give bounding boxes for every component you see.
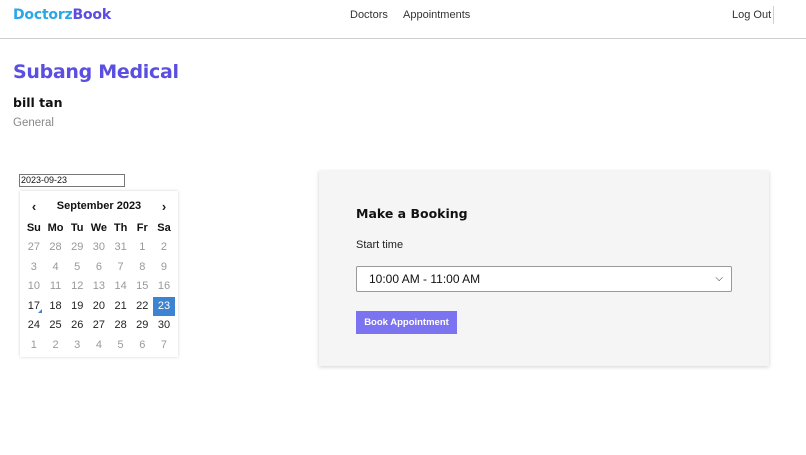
calendar-day-selected[interactable]: 23 xyxy=(153,296,175,316)
calendar-day[interactable]: 21 xyxy=(110,297,132,317)
weekday-label: Tu xyxy=(70,222,84,234)
calendar-day[interactable]: 15 xyxy=(131,277,153,297)
calendar-day[interactable]: 28 xyxy=(110,316,132,336)
calendar-week: 27 28 29 30 31 1 2 xyxy=(23,238,175,258)
start-time-selected-value: 10:00 AM - 11:00 AM xyxy=(369,272,481,286)
calendar-day[interactable]: 18 xyxy=(45,297,67,317)
calendar-day[interactable]: 29 xyxy=(131,316,153,336)
calendar-day[interactable]: 12 xyxy=(66,277,88,297)
weekday-label: Sa xyxy=(157,222,171,234)
calendar-day[interactable]: 11 xyxy=(45,277,67,297)
nav-link-doctors[interactable]: Doctors xyxy=(350,9,388,21)
calendar-day[interactable]: 7 xyxy=(153,336,175,356)
logo-part-book: Book xyxy=(72,7,112,23)
calendar-day[interactable]: 8 xyxy=(131,258,153,278)
calendar-grid: Su Mo Tu We Th Fr Sa 27 28 29 30 31 1 2 … xyxy=(23,219,175,355)
calendar-day[interactable]: 29 xyxy=(66,238,88,258)
nav-divider xyxy=(773,6,774,24)
calendar-day[interactable]: 1 xyxy=(23,336,45,356)
clinic-name: Subang Medical xyxy=(13,61,179,83)
calendar-day[interactable]: 1 xyxy=(131,238,153,258)
calendar-day[interactable]: 20 xyxy=(88,297,110,317)
calendar-day[interactable]: 4 xyxy=(45,258,67,278)
calendar-day[interactable]: 27 xyxy=(23,238,45,258)
calendar-day[interactable]: 30 xyxy=(88,238,110,258)
doctor-specialty: General xyxy=(13,117,54,129)
logout-link[interactable]: Log Out xyxy=(732,9,771,21)
calendar-day[interactable]: 2 xyxy=(153,238,175,258)
calendar-day[interactable]: 16 xyxy=(153,277,175,297)
calendar-month-title: September 2023 xyxy=(56,200,142,212)
app-logo[interactable]: DoctorzBook xyxy=(13,7,111,23)
calendar-day[interactable]: 4 xyxy=(88,336,110,356)
calendar-day[interactable]: 30 xyxy=(153,316,175,336)
weekday-label: Fr xyxy=(136,222,148,234)
calendar-day[interactable]: 5 xyxy=(66,258,88,278)
calendar-day[interactable]: 3 xyxy=(23,258,45,278)
calendar-weekday-header: Su Mo Tu We Th Fr Sa xyxy=(23,219,175,238)
booking-title: Make a Booking xyxy=(356,206,468,221)
book-appointment-button[interactable]: Book Appointment xyxy=(356,311,457,334)
calendar-day[interactable]: 9 xyxy=(153,258,175,278)
nav-link-appointments[interactable]: Appointments xyxy=(403,9,470,21)
weekday-label: Th xyxy=(113,222,128,234)
calendar-day[interactable]: 28 xyxy=(45,238,67,258)
calendar-day[interactable]: 24 xyxy=(23,316,45,336)
navbar: DoctorzBook Doctors Appointments Log Out xyxy=(0,0,806,39)
chevron-down-icon: ⌵ xyxy=(715,273,723,284)
calendar-day[interactable]: 25 xyxy=(45,316,67,336)
calendar-next-month-button[interactable]: › xyxy=(158,199,170,214)
start-time-label: Start time xyxy=(356,239,404,251)
calendar-day-today[interactable]: 17 xyxy=(23,297,45,317)
start-time-select[interactable]: 10:00 AM - 11:00 AM ⌵ xyxy=(356,266,732,292)
calendar-day[interactable]: 13 xyxy=(88,277,110,297)
calendar-day[interactable]: 31 xyxy=(110,238,132,258)
calendar-week: 10 11 12 13 14 15 16 xyxy=(23,277,175,297)
calendar-day[interactable]: 19 xyxy=(66,297,88,317)
calendar-week: 1 2 3 4 5 6 7 xyxy=(23,336,175,356)
calendar-day[interactable]: 27 xyxy=(88,316,110,336)
booking-card: Make a Booking Start time 10:00 AM - 11:… xyxy=(319,171,769,366)
calendar-day[interactable]: 22 xyxy=(131,297,153,317)
weekday-label: Mo xyxy=(47,222,64,234)
date-input[interactable]: 2023-09-23 xyxy=(19,174,125,187)
calendar-day[interactable]: 6 xyxy=(88,258,110,278)
calendar-day[interactable]: 5 xyxy=(110,336,132,356)
calendar-day[interactable]: 26 xyxy=(66,316,88,336)
calendar-popup: ‹ September 2023 › Su Mo Tu We Th Fr Sa … xyxy=(20,191,178,357)
calendar-day[interactable]: 14 xyxy=(110,277,132,297)
calendar-week: 17 18 19 20 21 22 23 xyxy=(23,296,175,317)
calendar-day[interactable]: 3 xyxy=(66,336,88,356)
calendar-week: 24 25 26 27 28 29 30 xyxy=(23,316,175,336)
weekday-label: Su xyxy=(26,222,41,234)
doctor-name: bill tan xyxy=(13,95,63,110)
calendar-day[interactable]: 10 xyxy=(23,277,45,297)
calendar-day[interactable]: 6 xyxy=(131,336,153,356)
calendar-day[interactable]: 2 xyxy=(45,336,67,356)
calendar-day[interactable]: 7 xyxy=(110,258,132,278)
weekday-label: We xyxy=(90,222,108,234)
logo-part-doctorz: Doctorz xyxy=(13,7,73,23)
calendar-week: 3 4 5 6 7 8 9 xyxy=(23,258,175,278)
